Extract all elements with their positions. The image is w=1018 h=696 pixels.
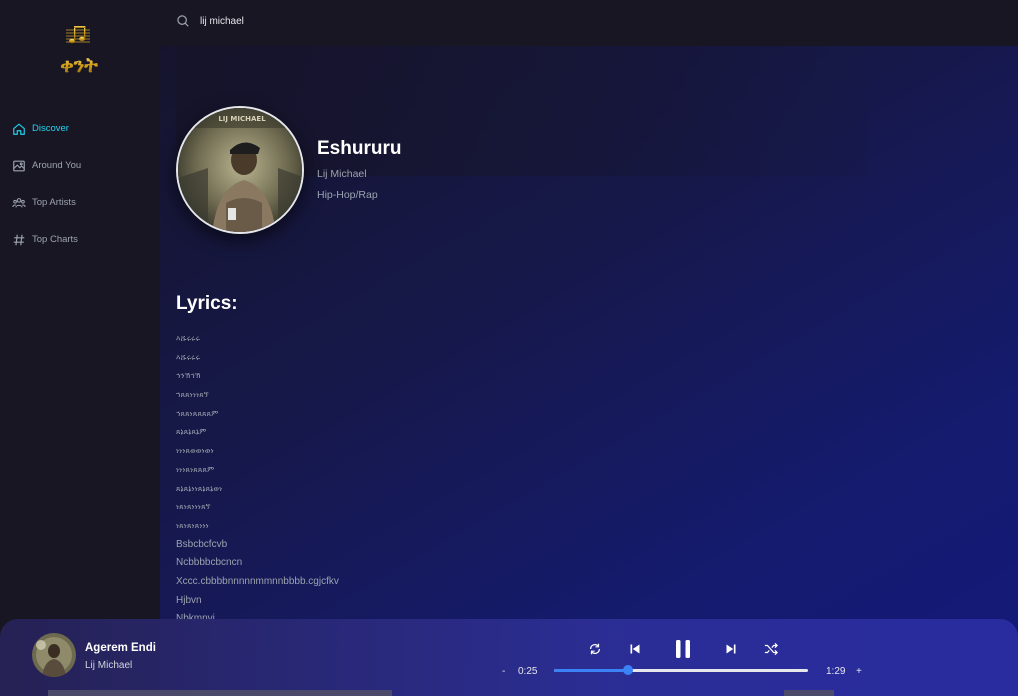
main-content: LIJ MICHAEL Eshururu Lij Michael Hip-Hop… xyxy=(160,0,1018,696)
lyric-line: ኅጸጸነጸጸጸጸም xyxy=(176,408,219,418)
lyric-line: ጸኔጸኔነነጸኔጸኔወነ xyxy=(176,483,223,493)
search-bar xyxy=(176,14,600,28)
sidebar-item-label: Top Charts xyxy=(32,234,78,245)
song-title: Eshururu xyxy=(317,138,402,159)
top-bar xyxy=(160,0,1018,46)
song-artist[interactable]: Lij Michael xyxy=(317,168,367,180)
sidebar-item-label: Around You xyxy=(32,160,82,171)
sidebar-item-discover[interactable]: Discover xyxy=(12,110,152,147)
seek-forward-button[interactable]: + xyxy=(856,666,862,677)
users-icon xyxy=(12,196,26,210)
sidebar-item-top-charts[interactable]: Top Charts xyxy=(12,221,152,258)
lyric-line: እሹሩሩሩ xyxy=(176,352,201,362)
hashtag-icon xyxy=(12,233,26,247)
repeat-button[interactable] xyxy=(587,641,603,657)
taskbar-strip xyxy=(48,690,392,696)
svg-text:LIJ MICHAEL: LIJ MICHAEL xyxy=(218,115,266,123)
lyric-line: Hjbvn xyxy=(176,594,202,606)
sidebar-nav: Discover Around You Top Artists Top Char… xyxy=(12,110,152,258)
now-playing-title: Agerem Endi xyxy=(85,642,156,654)
sidebar-item-around-you[interactable]: Around You xyxy=(12,147,152,184)
song-genre: Hip-Hop/Rap xyxy=(317,189,378,201)
skip-forward-icon xyxy=(725,643,737,655)
shuffle-button[interactable] xyxy=(763,641,779,657)
progress-fill xyxy=(554,669,628,672)
lyric-line: ነነነጸወወነወነ xyxy=(176,446,214,456)
progress-bar[interactable] xyxy=(554,665,808,675)
sidebar-item-label: Discover xyxy=(32,123,69,134)
seek-backward-button[interactable]: - xyxy=(502,666,505,677)
song-cover-art: LIJ MICHAEL xyxy=(176,106,304,234)
lyric-line: ነጸነጸነጸነነነ xyxy=(176,520,209,530)
lyric-line: እሹሩሩሩ xyxy=(176,334,201,343)
lyric-line: ነነነጸነጸጸጸም xyxy=(176,464,215,474)
lyric-line: Ncbbbbcbcncn xyxy=(176,557,243,569)
skip-back-icon xyxy=(629,643,641,655)
lyric-line: ኀጸጸነነነጸኘ xyxy=(176,390,209,400)
taskbar-strip xyxy=(784,690,834,696)
previous-button[interactable] xyxy=(627,641,643,657)
lyric-line: ነጸነጸነነነጸኘ xyxy=(176,502,211,512)
pause-icon xyxy=(674,639,692,659)
pause-button[interactable] xyxy=(672,638,694,660)
lyric-line: Bsbcbcfcvb xyxy=(176,538,228,550)
current-time: 0:25 xyxy=(518,666,538,677)
search-input[interactable] xyxy=(200,15,600,27)
repeat-icon xyxy=(588,642,602,656)
sidebar-item-top-artists[interactable]: Top Artists xyxy=(12,184,152,221)
search-icon xyxy=(176,14,190,28)
sidebar-item-label: Top Artists xyxy=(32,197,76,208)
logo-text: ቀንት xyxy=(60,53,98,77)
lyrics-list: እሹሩሩሩ እሹሩሩሩ ኅንኽኅኽ ኀጸጸነነነጸኘ ኅጸጸነጸጸጸጸም ጸኔጸ… xyxy=(176,330,676,629)
image-icon xyxy=(12,159,26,173)
lyric-line: ጸኔጸኔጸኔም xyxy=(176,427,207,437)
lyrics-heading: Lyrics: xyxy=(176,293,238,314)
scrollbar[interactable] xyxy=(1014,0,1018,620)
total-time: 1:29 xyxy=(826,666,846,677)
next-button[interactable] xyxy=(723,641,739,657)
home-icon xyxy=(12,122,26,136)
now-playing-artist: Lij Michael xyxy=(85,660,133,671)
shuffle-icon xyxy=(764,642,778,656)
sidebar: ቀንት Discover Around You Top Artists Top … xyxy=(0,0,160,696)
music-player: Agerem Endi Lij Michael - 0:25 1:29 + xyxy=(0,619,1018,696)
progress-thumb[interactable] xyxy=(622,665,633,675)
lyric-line: ኅንኽኅኽ xyxy=(176,371,201,381)
app-logo[interactable]: ቀንት xyxy=(46,22,112,82)
now-playing-cover xyxy=(32,633,76,677)
lyric-line: Xccc.cbbbbnnnnnmmnnbbbb.cgjcfkv xyxy=(176,575,339,587)
